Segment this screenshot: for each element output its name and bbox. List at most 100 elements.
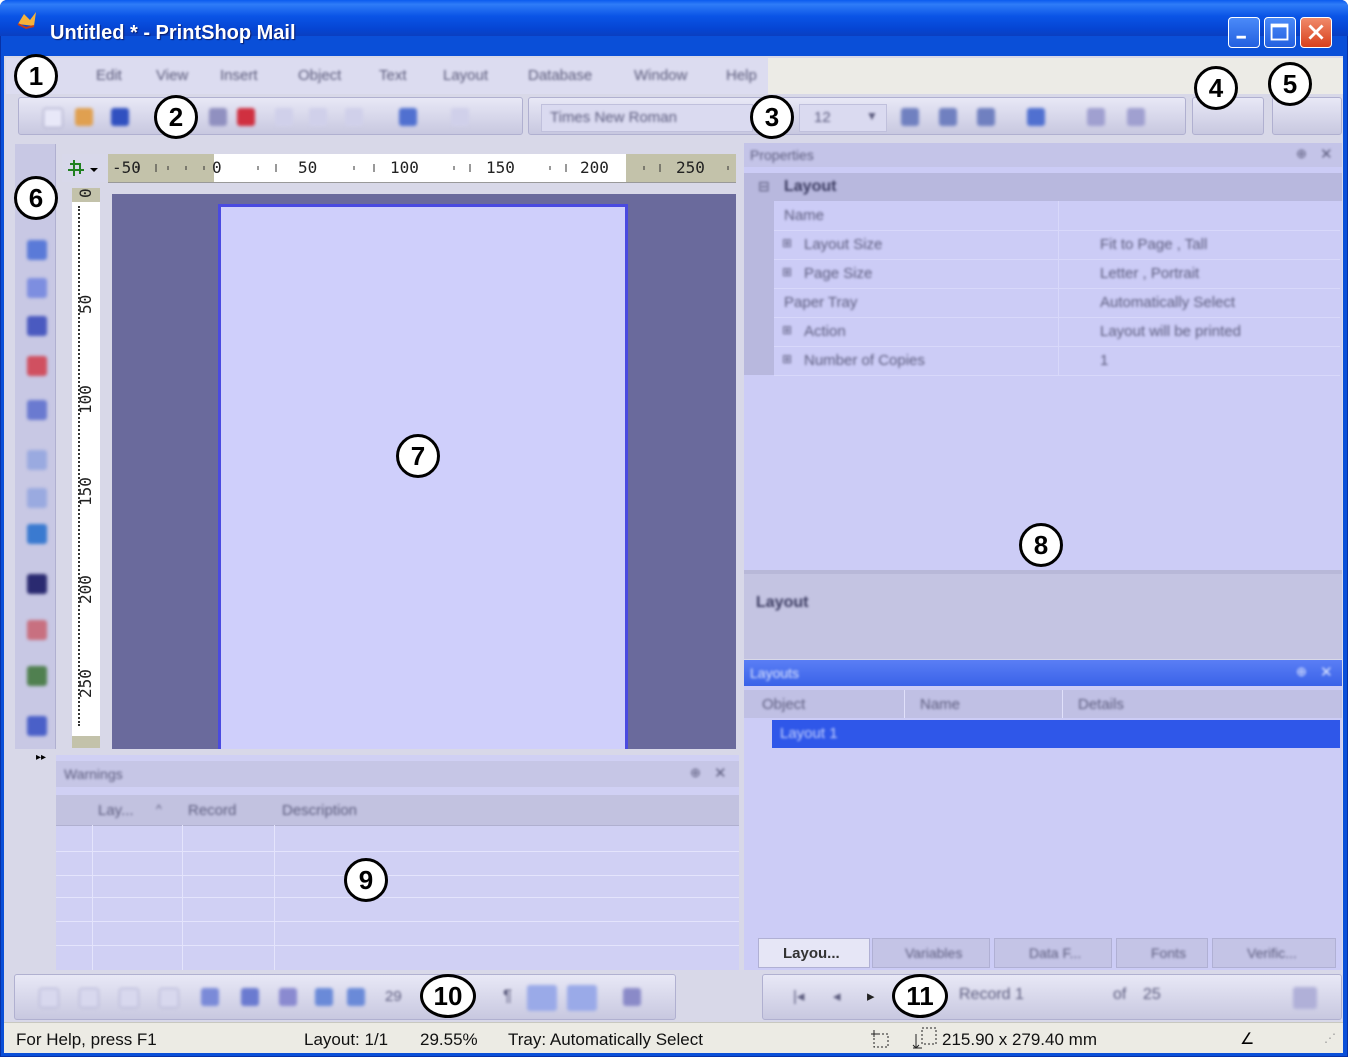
print-icon[interactable] bbox=[209, 108, 227, 126]
expand-icon[interactable]: ⊞ bbox=[782, 265, 792, 279]
menu-layout[interactable]: Layout bbox=[443, 67, 488, 84]
show-data-icon[interactable] bbox=[527, 985, 557, 1011]
arrow-tool-icon[interactable] bbox=[27, 716, 47, 736]
property-row[interactable]: ⊞ Number of Copies 1 bbox=[774, 346, 1340, 376]
tab-layouts[interactable]: Layou... bbox=[758, 938, 870, 968]
font-name-combo[interactable]: Times New Roman bbox=[541, 104, 753, 132]
collapse-icon[interactable]: ⊟ bbox=[758, 178, 770, 195]
ruler-origin-icon[interactable] bbox=[66, 158, 102, 178]
show-grid-icon[interactable] bbox=[567, 985, 597, 1011]
close-panel-icon[interactable]: ✕ bbox=[1320, 663, 1333, 681]
preview-icon[interactable] bbox=[241, 988, 259, 1006]
property-row[interactable]: ⊞ Action Layout will be printed bbox=[774, 317, 1340, 347]
open-icon[interactable] bbox=[75, 108, 93, 126]
cut-icon[interactable] bbox=[275, 108, 293, 126]
new-icon[interactable] bbox=[43, 108, 63, 128]
previous-record-icon[interactable]: ◂ bbox=[833, 987, 841, 1005]
zoom-level[interactable]: 29 bbox=[385, 988, 402, 1005]
pin-icon[interactable]: ⊕ bbox=[1296, 664, 1307, 680]
property-row[interactable]: Name bbox=[774, 201, 1340, 231]
tab-data-file[interactable]: Data F... bbox=[994, 938, 1112, 968]
horizontal-ruler[interactable]: -50 0 50 100 150 200 250 bbox=[108, 154, 736, 183]
pin-icon[interactable]: ⊕ bbox=[1296, 146, 1307, 162]
table-tool-icon[interactable] bbox=[27, 488, 47, 508]
tab-verification[interactable]: Verific... bbox=[1212, 938, 1336, 968]
menu-database[interactable]: Database bbox=[528, 67, 592, 84]
menu-window[interactable]: Window bbox=[634, 67, 687, 84]
menu-object[interactable]: Object bbox=[298, 67, 341, 84]
expand-toolbox-icon[interactable]: ▸▸ bbox=[36, 752, 46, 763]
expand-icon[interactable]: ⊞ bbox=[782, 352, 792, 366]
paste-icon[interactable] bbox=[345, 108, 363, 126]
pin-icon[interactable]: ⊕ bbox=[690, 765, 701, 781]
previous-page-icon[interactable] bbox=[79, 988, 99, 1008]
expand-icon[interactable]: ⊞ bbox=[782, 323, 792, 337]
property-category[interactable]: ⊟ Layout bbox=[744, 173, 1342, 201]
barcode-tool-icon[interactable] bbox=[27, 574, 47, 594]
proof-icon[interactable] bbox=[237, 108, 255, 126]
zoom-in-icon[interactable] bbox=[315, 988, 333, 1006]
property-value[interactable]: Fit to Page , Tall bbox=[1100, 236, 1207, 253]
minimize-button[interactable] bbox=[1228, 17, 1260, 48]
paragraph-marks-icon[interactable]: ¶ bbox=[503, 986, 512, 1006]
layout-list-item[interactable]: Layout 1 bbox=[772, 720, 1340, 748]
tab-variables[interactable]: Variables bbox=[872, 938, 990, 968]
property-value[interactable]: Automatically Select bbox=[1100, 294, 1235, 311]
text-tool-icon[interactable] bbox=[27, 240, 47, 260]
image-tool-icon[interactable] bbox=[27, 400, 47, 420]
text-color-icon[interactable] bbox=[1027, 108, 1045, 126]
globe-tool-icon[interactable] bbox=[27, 524, 47, 544]
close-panel-icon[interactable]: ✕ bbox=[714, 764, 727, 782]
property-value[interactable]: Letter , Portrait bbox=[1100, 265, 1199, 282]
align-left-icon[interactable] bbox=[1087, 108, 1105, 126]
property-row[interactable]: Paper Tray Automatically Select bbox=[774, 288, 1340, 318]
font-size-combo[interactable]: 12 ▼ bbox=[799, 104, 887, 132]
property-value[interactable]: 1 bbox=[1100, 352, 1108, 369]
shape-tool-icon[interactable] bbox=[27, 356, 47, 376]
menu-insert[interactable]: Insert bbox=[220, 67, 258, 84]
record-current[interactable]: 1 bbox=[1015, 986, 1024, 1004]
column-header-record[interactable]: Record bbox=[188, 802, 236, 819]
picture-tool-icon[interactable] bbox=[27, 666, 47, 686]
menu-edit[interactable]: Edit bbox=[96, 67, 122, 84]
ruler-corner[interactable] bbox=[62, 154, 108, 182]
bold-icon[interactable] bbox=[901, 108, 919, 126]
property-divider[interactable] bbox=[1058, 201, 1059, 375]
underline-icon[interactable] bbox=[977, 108, 995, 126]
close-button[interactable] bbox=[1300, 17, 1332, 48]
vertical-ruler[interactable]: 0 50 100 150 200 250 bbox=[72, 188, 100, 748]
options-icon[interactable] bbox=[623, 988, 641, 1006]
zoom-out-icon[interactable] bbox=[347, 988, 365, 1006]
align-center-icon[interactable] bbox=[1127, 108, 1145, 126]
page-setup-icon[interactable] bbox=[201, 988, 219, 1006]
property-row[interactable]: ⊞ Page Size Letter , Portrait bbox=[774, 259, 1340, 289]
save-icon[interactable] bbox=[111, 108, 129, 126]
font-size-dropdown-icon[interactable]: ▼ bbox=[866, 109, 878, 123]
column-header-details[interactable]: Details bbox=[1078, 696, 1124, 713]
column-divider[interactable] bbox=[904, 690, 905, 718]
redo-icon[interactable] bbox=[451, 108, 469, 126]
copy-icon[interactable] bbox=[309, 108, 327, 126]
record-options-icon[interactable] bbox=[1293, 987, 1317, 1009]
first-page-icon[interactable] bbox=[39, 988, 59, 1008]
pen-tool-icon[interactable] bbox=[27, 316, 47, 336]
property-value[interactable]: Layout will be printed bbox=[1100, 323, 1241, 340]
tab-fonts[interactable]: Fonts bbox=[1116, 938, 1208, 968]
column-header-name[interactable]: Name bbox=[920, 696, 960, 713]
sort-icon[interactable]: ^ bbox=[156, 802, 162, 816]
menu-text[interactable]: Text bbox=[379, 67, 407, 84]
next-page-icon[interactable] bbox=[119, 988, 139, 1008]
maximize-button[interactable] bbox=[1264, 17, 1296, 48]
zoom-tool-icon[interactable] bbox=[27, 278, 47, 298]
column-header-description[interactable]: Description bbox=[282, 802, 357, 819]
column-divider[interactable] bbox=[1062, 690, 1063, 718]
column-header-layout[interactable]: Lay... bbox=[98, 802, 134, 819]
close-panel-icon[interactable]: ✕ bbox=[1320, 145, 1333, 163]
frame-tool-icon[interactable] bbox=[27, 620, 47, 640]
snap-icon[interactable] bbox=[279, 988, 297, 1006]
first-record-icon[interactable]: |◂ bbox=[793, 987, 804, 1005]
resize-grip-icon[interactable]: ⋰ bbox=[1324, 1031, 1336, 1045]
last-page-icon[interactable] bbox=[159, 988, 179, 1008]
expand-icon[interactable]: ⊞ bbox=[782, 236, 792, 250]
next-record-icon[interactable]: ▸ bbox=[867, 987, 875, 1005]
